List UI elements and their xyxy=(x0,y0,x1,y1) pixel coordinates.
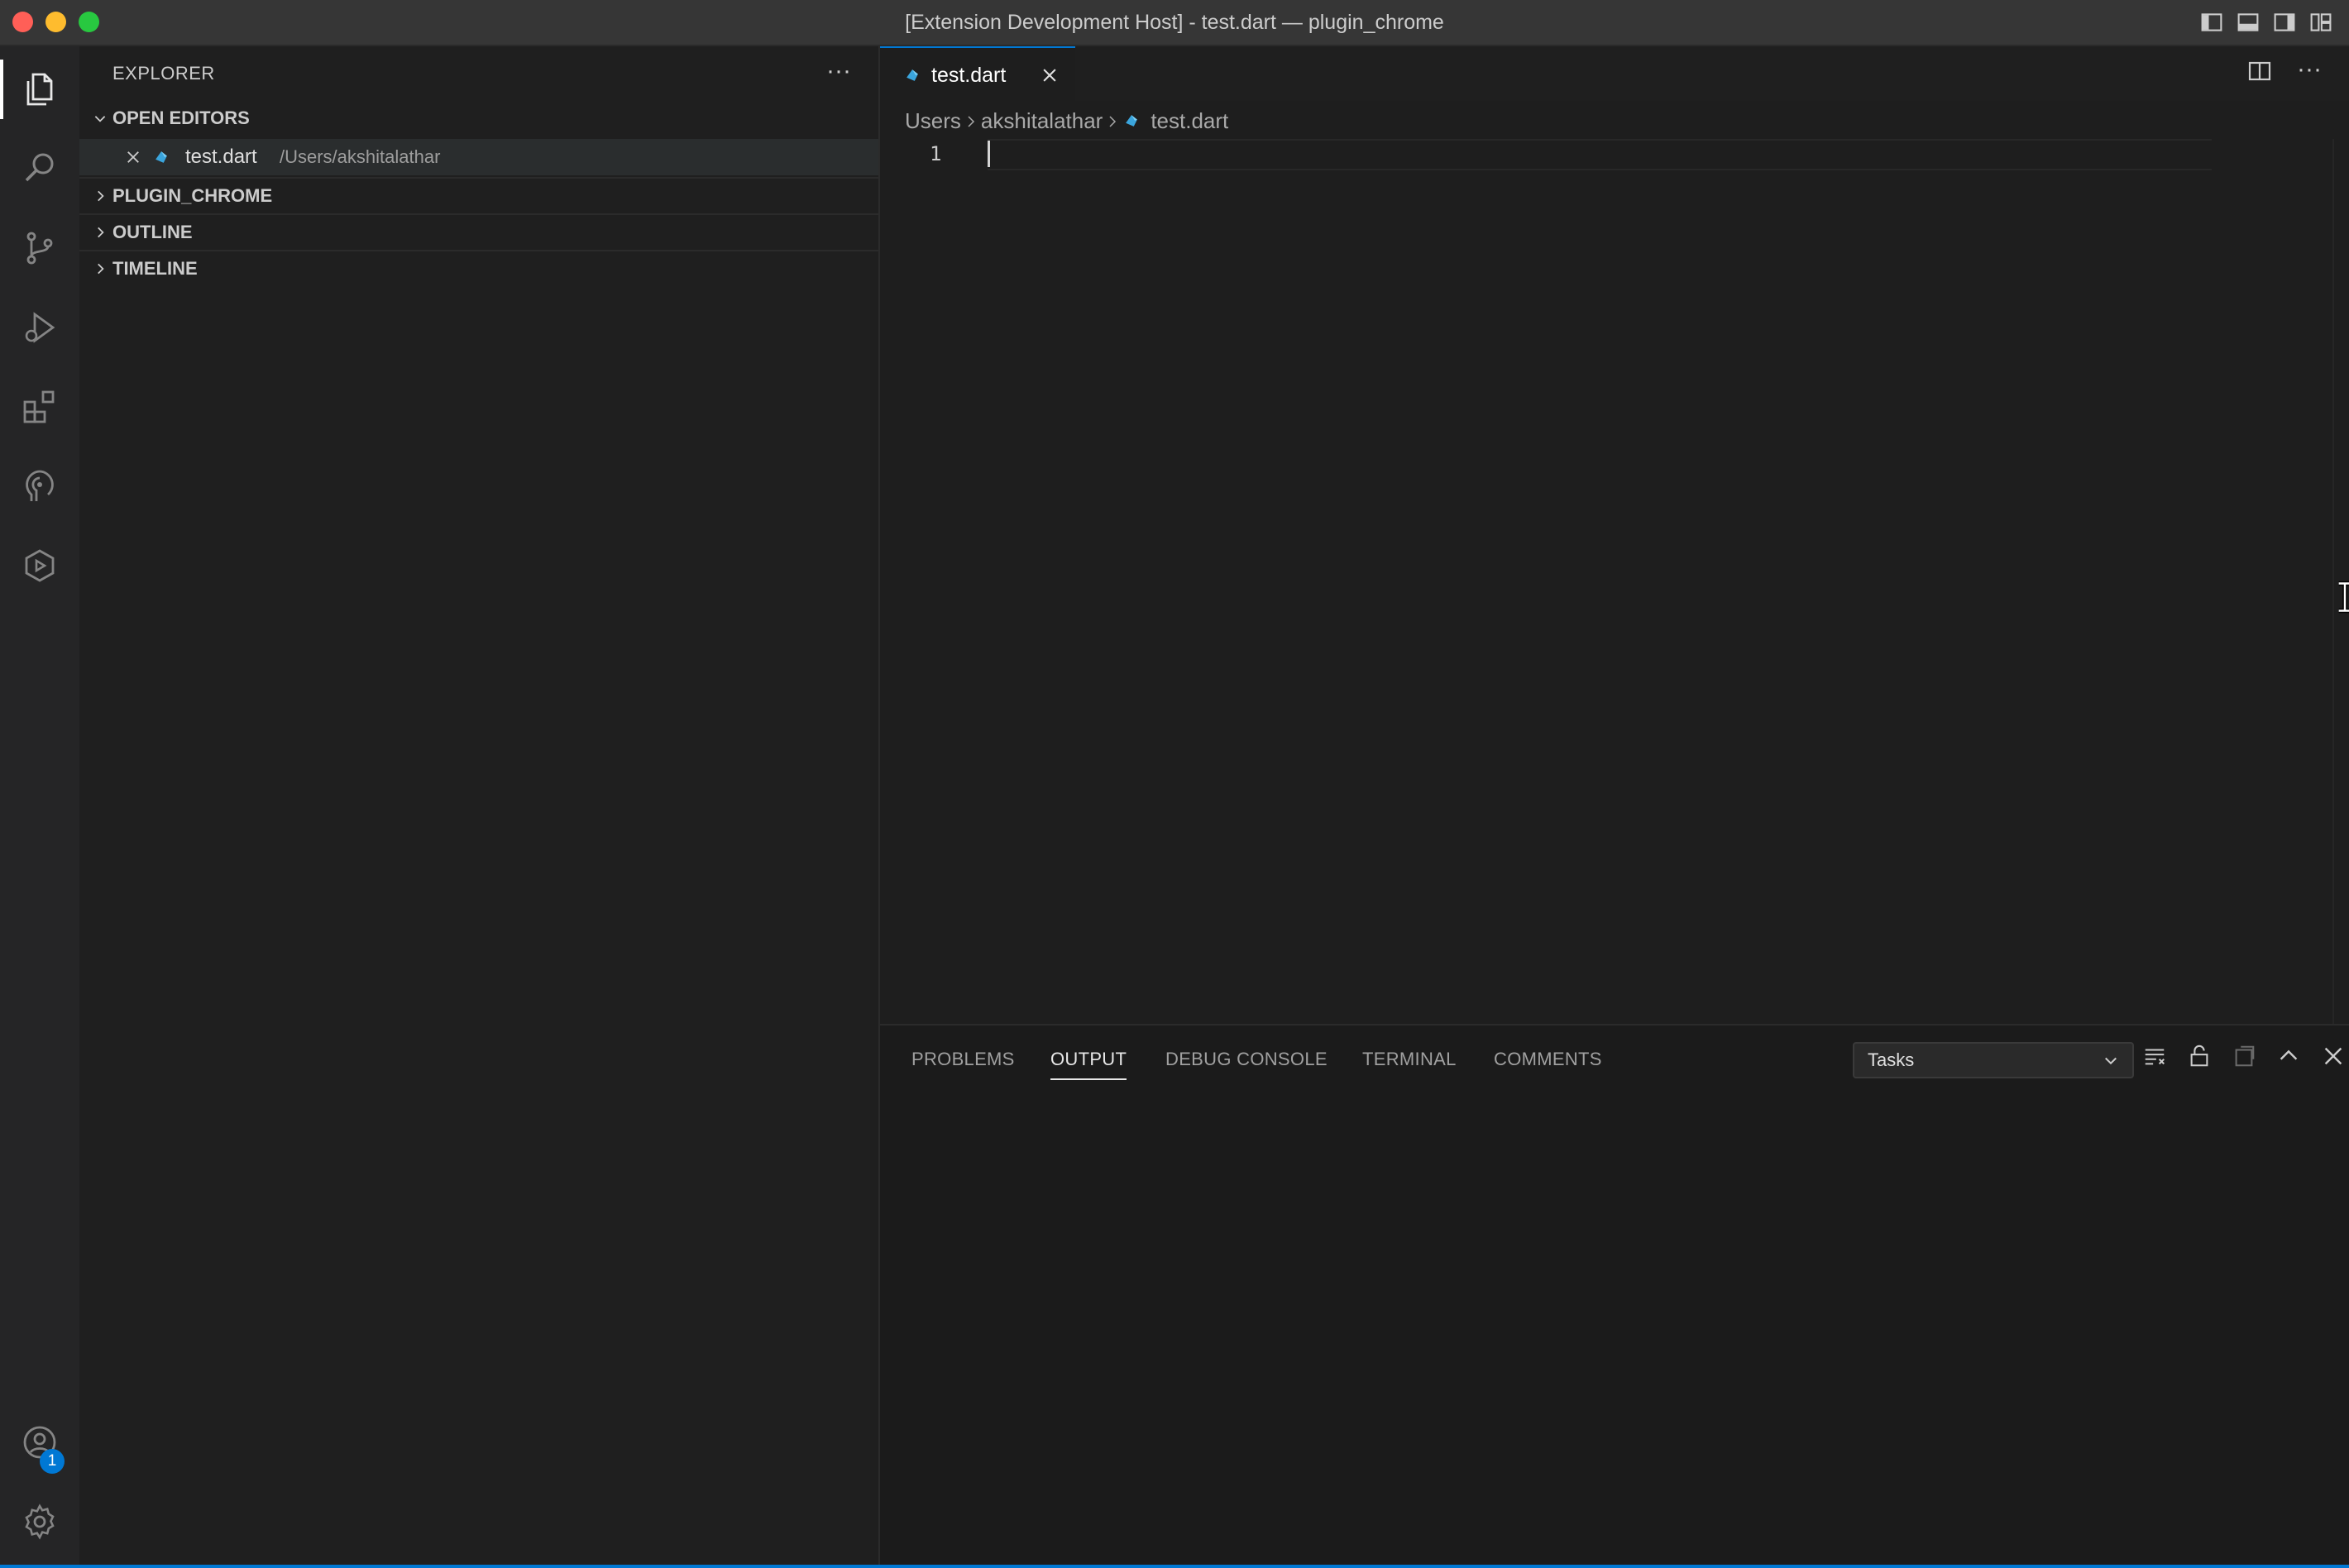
run-debug-icon[interactable] xyxy=(0,288,79,367)
settings-gear-icon[interactable] xyxy=(0,1482,79,1561)
output-channel-select[interactable]: Tasks xyxy=(1853,1042,2134,1078)
scrollbar-track[interactable] xyxy=(2332,139,2334,1024)
chevron-down-icon xyxy=(2105,1057,2117,1065)
accounts-icon[interactable]: 1 xyxy=(0,1403,79,1482)
section-label: TIMELINE xyxy=(112,258,198,279)
output-channel-value: Tasks xyxy=(1868,1049,1915,1070)
dart-file-icon xyxy=(907,69,918,81)
chevron-right-icon xyxy=(1103,103,1122,139)
tab-output[interactable]: OUTPUT xyxy=(1050,1039,1127,1080)
chevron-right-icon xyxy=(88,251,112,286)
ibeam-cursor-icon xyxy=(2338,581,2349,614)
clear-output-icon[interactable] xyxy=(2142,1044,2169,1070)
breadcrumb: Users akshitalathar test.dart xyxy=(905,103,1228,139)
line-number: 1 xyxy=(930,142,942,165)
dart-file-icon xyxy=(1126,115,1138,127)
tab-problems[interactable]: PROBLEMS xyxy=(911,1039,1015,1080)
editor-tabs: test.dart ··· xyxy=(880,46,2349,103)
section-label: OUTLINE xyxy=(112,222,193,242)
explorer-icon[interactable] xyxy=(0,50,79,129)
bottom-panel: PROBLEMS OUTPUT DEBUG CONSOLE TERMINAL C… xyxy=(880,1024,2349,1568)
dart-file-icon xyxy=(155,151,167,163)
layout-controls xyxy=(2200,10,2332,35)
title-bar: [Extension Development Host] - test.dart… xyxy=(0,0,2349,46)
tab-debug-console[interactable]: DEBUG CONSOLE xyxy=(1165,1039,1328,1080)
chevron-right-icon xyxy=(961,103,981,139)
maximize-panel-icon[interactable] xyxy=(2276,1044,2303,1070)
open-editor-filename: test.dart xyxy=(185,146,257,168)
window-title: [Extension Development Host] - test.dart… xyxy=(905,11,1444,34)
close-icon[interactable] xyxy=(1041,66,1059,84)
chevron-down-icon xyxy=(88,101,112,136)
tab-label: test.dart xyxy=(931,64,1007,87)
testing-icon[interactable] xyxy=(0,526,79,605)
extensions-icon[interactable] xyxy=(0,367,79,447)
open-output-editor-icon[interactable] xyxy=(2232,1044,2258,1070)
remote-explorer-icon[interactable] xyxy=(0,447,79,526)
status-bar-edge xyxy=(0,1565,2349,1568)
customize-layout-icon[interactable] xyxy=(2309,11,2332,34)
section-label: PLUGIN_CHROME xyxy=(112,185,273,206)
chevron-right-icon xyxy=(88,179,112,213)
chevron-right-icon xyxy=(88,215,112,250)
breadcrumb-item[interactable]: test.dart xyxy=(1151,103,1228,139)
search-icon[interactable] xyxy=(0,129,79,208)
tab-terminal[interactable]: TERMINAL xyxy=(1362,1039,1457,1080)
more-actions-icon[interactable]: ··· xyxy=(2294,57,2324,88)
accounts-badge: 1 xyxy=(40,1449,65,1474)
section-timeline[interactable]: TIMELINE xyxy=(79,250,878,286)
tab-comments[interactable]: COMMENTS xyxy=(1494,1039,1602,1080)
toggle-panel-icon[interactable] xyxy=(2237,11,2260,34)
toggle-primary-sidebar-icon[interactable] xyxy=(2200,11,2223,34)
tab-test-dart[interactable]: test.dart xyxy=(880,46,1075,103)
breadcrumb-item[interactable]: Users xyxy=(905,103,961,139)
section-open-editors[interactable]: OPEN EDITORS xyxy=(79,101,878,136)
breadcrumb-item[interactable]: akshitalathar xyxy=(981,103,1103,139)
open-editor-item[interactable]: test.dart /Users/akshitalathar xyxy=(79,139,878,175)
text-cursor xyxy=(988,141,990,167)
section-label: OPEN EDITORS xyxy=(112,108,250,128)
split-editor-icon[interactable] xyxy=(2246,58,2276,88)
code-editor[interactable]: 1 xyxy=(880,139,2349,1024)
more-actions-icon[interactable]: ··· xyxy=(822,58,855,91)
explorer-sidebar: EXPLORER ··· OPEN EDITORS test.dart /Use… xyxy=(79,46,880,1568)
close-icon[interactable] xyxy=(122,139,144,175)
toggle-secondary-sidebar-icon[interactable] xyxy=(2273,11,2296,34)
section-plugin-chrome[interactable]: PLUGIN_CHROME xyxy=(79,177,878,213)
lock-scroll-icon[interactable] xyxy=(2187,1044,2213,1070)
close-panel-icon[interactable] xyxy=(2321,1044,2347,1070)
open-editor-path: /Users/akshitalathar xyxy=(280,146,441,167)
section-outline[interactable]: OUTLINE xyxy=(79,213,878,250)
source-control-icon[interactable] xyxy=(0,208,79,288)
current-line-highlight xyxy=(988,139,2212,170)
editor-actions: ··· xyxy=(2246,57,2324,88)
activity-bar: 1 xyxy=(0,46,79,1568)
sidebar-title: EXPLORER xyxy=(112,63,215,84)
panel-actions xyxy=(2142,1044,2347,1070)
